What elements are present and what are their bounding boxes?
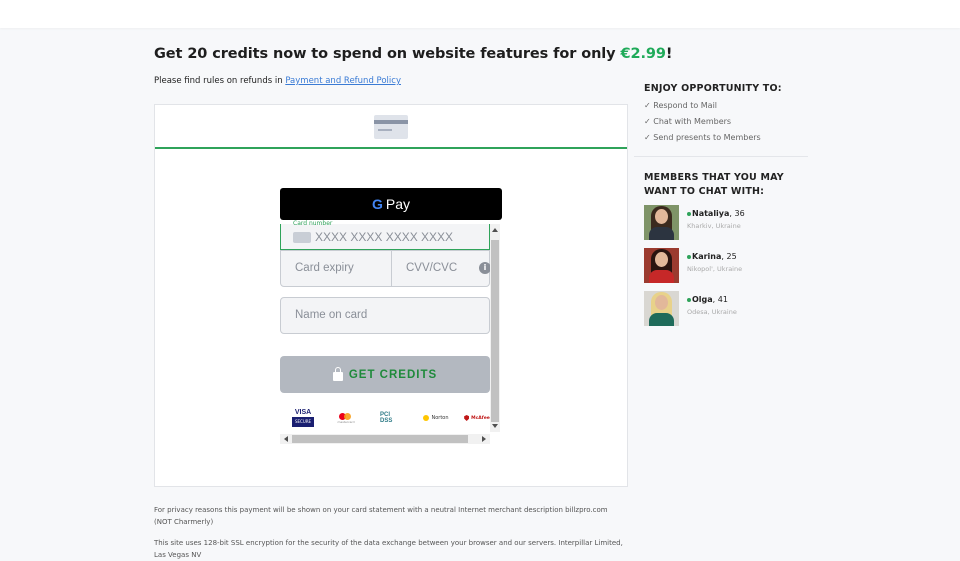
member-age: , 36: [729, 209, 745, 218]
headline-text: Get 20 credits now to spend on website f…: [154, 46, 621, 62]
card-form: Card number XXXX XXXX XXXX XXXX Card exp…: [280, 220, 491, 432]
scroll-thumb-horizontal[interactable]: [292, 435, 468, 443]
scroll-thumb[interactable]: [491, 240, 499, 422]
avatar[interactable]: [644, 205, 679, 240]
member-age: , 25: [721, 252, 737, 261]
refund-policy-link[interactable]: Payment and Refund Policy: [285, 76, 401, 86]
opportunity-list: ✓ Respond to Mail ✓ Chat with Members ✓ …: [644, 100, 761, 148]
member-name: Olga: [692, 295, 713, 304]
pci-dss-logo: PCI DSS: [380, 408, 402, 428]
online-status-icon: [687, 297, 691, 302]
member-card-olga[interactable]: Olga, 41 Odesa, Ukraine: [644, 291, 804, 327]
card-number-field[interactable]: Card number XXXX XXXX XXXX XXXX: [280, 220, 490, 250]
member-card-nataliya[interactable]: Nataliya, 36 Kharkiv, Ukraine: [644, 205, 804, 241]
google-g-icon: G: [371, 196, 383, 212]
google-pay-button[interactable]: G Pay: [280, 188, 502, 220]
mastercard-circles-icon: [339, 412, 353, 420]
get-credits-button[interactable]: GET CREDITS: [280, 356, 490, 393]
scroll-right-icon[interactable]: [482, 436, 486, 442]
lock-icon: [332, 366, 343, 381]
refund-text: Please find rules on refunds in: [154, 76, 286, 86]
top-bar: [0, 0, 960, 28]
sidebar-divider: [634, 156, 808, 157]
mcafee-logo: McAfee: [464, 408, 490, 428]
card-stripe: [374, 120, 408, 124]
horizontal-scrollbar[interactable]: [280, 434, 490, 444]
visa-secure-logo: VISA SECURE: [292, 408, 314, 428]
payment-method-tabs: [155, 105, 627, 149]
norton-logo-text: Norton: [423, 415, 448, 421]
privacy-footnote: For privacy reasons this payment will be…: [154, 506, 608, 526]
cvv-field[interactable]: CVV/CVC: [406, 262, 457, 274]
get-credits-label: GET CREDITS: [348, 368, 438, 381]
member-age: , 41: [712, 295, 728, 304]
card-expiry-field[interactable]: Card expiry: [295, 262, 354, 274]
payment-iframe: G Pay Card number XXXX XXXX XXXX XXXX Ca…: [279, 188, 502, 446]
opportunity-item: ✓ Respond to Mail: [644, 101, 718, 110]
opportunity-item: ✓ Send presents to Members: [644, 133, 761, 142]
member-name-line[interactable]: Olga, 41: [687, 295, 728, 304]
headline-price: €2.99: [620, 46, 666, 62]
opportunity-item: ✓ Chat with Members: [644, 117, 732, 126]
member-location: Odesa, Ukraine: [687, 308, 737, 316]
expiry-cvv-row: Card expiry CVV/CVC i: [280, 250, 491, 287]
opportunity-title: ENJOY OPPORTUNITY TO:: [644, 83, 782, 94]
card-brand-icon: [293, 232, 311, 243]
name-on-card-placeholder: Name on card: [295, 309, 368, 321]
credit-card-icon[interactable]: [374, 115, 408, 139]
visa-secure-text: SECURE: [292, 417, 314, 427]
card-number-label: Card number: [293, 220, 333, 227]
members-title: MEMBERS THAT YOU MAY WANT TO CHAT WITH:: [644, 172, 784, 197]
member-card-karina[interactable]: Karina, 25 Nikopol', Ukraine: [644, 248, 804, 284]
mcafee-logo-text: McAfee: [464, 415, 490, 421]
card-line: [378, 129, 392, 131]
norton-logo: Norton: [424, 408, 448, 428]
scroll-left-icon[interactable]: [284, 436, 288, 442]
gpay-label: Pay: [385, 196, 410, 212]
online-status-icon: [687, 211, 691, 216]
scroll-up-icon[interactable]: [492, 228, 498, 232]
page-title: Get 20 credits now to spend on website f…: [154, 46, 672, 62]
visa-logo-text: VISA: [294, 409, 312, 416]
mastercard-logo: mastercard: [336, 408, 356, 428]
mastercard-logo-text: mastercard: [337, 419, 355, 424]
member-name: Nataliya: [692, 209, 730, 218]
online-status-icon: [687, 254, 691, 259]
refund-note: Please find rules on refunds in Payment …: [154, 76, 401, 86]
headline-suffix: !: [665, 46, 673, 62]
name-on-card-field[interactable]: Name on card: [280, 297, 490, 334]
vertical-scrollbar[interactable]: [490, 224, 500, 432]
avatar[interactable]: [644, 248, 679, 283]
member-name: Karina: [692, 252, 722, 261]
field-divider: [391, 251, 392, 287]
member-name-line[interactable]: Nataliya, 36: [687, 209, 745, 218]
member-location: Kharkiv, Ukraine: [687, 222, 741, 230]
avatar[interactable]: [644, 291, 679, 326]
member-location: Nikopol', Ukraine: [687, 265, 743, 273]
card-number-placeholder: XXXX XXXX XXXX XXXX: [315, 230, 454, 244]
ssl-footnote: This site uses 128-bit SSL encryption fo…: [154, 539, 623, 559]
pci-logo-text: PCI DSS: [380, 412, 393, 424]
member-name-line[interactable]: Karina, 25: [687, 252, 737, 261]
security-logos: VISA SECURE mastercard PCI DSS Norton Mc…: [288, 408, 490, 432]
scroll-down-icon[interactable]: [492, 424, 498, 428]
